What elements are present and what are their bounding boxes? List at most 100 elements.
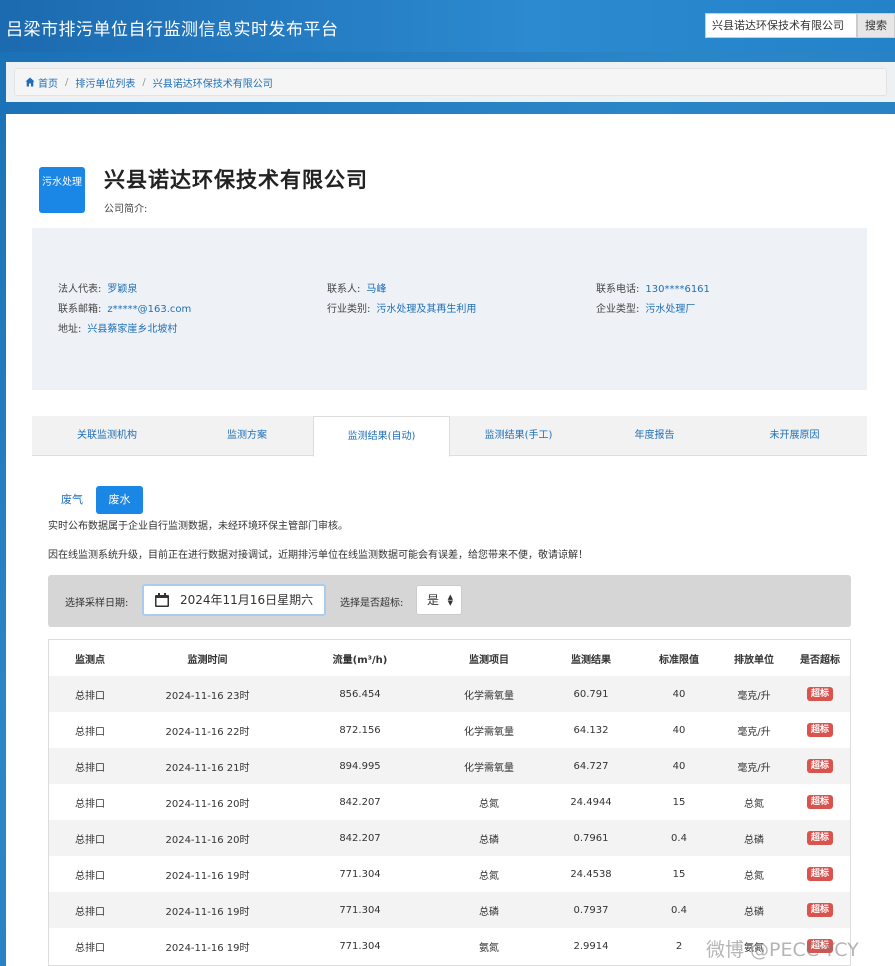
col-header-exceed: 是否超标: [790, 640, 850, 676]
tab-manual-results[interactable]: 监测结果(手工): [450, 416, 587, 456]
cell-limit: 15: [640, 784, 718, 820]
home-icon: [25, 77, 35, 87]
cell-flow: 872.156: [284, 712, 436, 748]
search-input[interactable]: 兴县诺达环保技术有限公司: [705, 13, 857, 38]
table-row: 总排口 2024-11-16 19时 771.304 总磷 0.7937 0.4…: [49, 892, 850, 928]
contact-row: 联系人: 马峰: [327, 280, 386, 295]
table-row: 总排口 2024-11-16 22时 872.156 化学需氧量 64.132 …: [49, 712, 850, 748]
category-badge: 污水处理: [39, 167, 85, 213]
cell-result: 2.9914: [542, 928, 640, 964]
cell-limit: 40: [640, 748, 718, 784]
cell-exceed: 超标: [790, 892, 850, 928]
exceed-badge: 超标: [806, 867, 833, 881]
type-label: 企业类型:: [596, 304, 640, 315]
table-row: 总排口 2024-11-16 19时 771.304 总氮 24.4538 15…: [49, 856, 850, 892]
cell-point: 总排口: [49, 712, 131, 748]
table-row: 总排口 2024-11-16 21时 894.995 化学需氧量 64.727 …: [49, 748, 850, 784]
tab-annual-report[interactable]: 年度报告: [587, 416, 722, 456]
calendar-icon: [155, 593, 169, 607]
phone-value: 130****6161: [645, 284, 710, 295]
col-header-unit: 排放单位: [718, 640, 790, 676]
sub-tab-gas[interactable]: 废气: [52, 486, 92, 514]
exceed-badge: 超标: [806, 687, 833, 701]
cell-limit: 40: [640, 712, 718, 748]
type-row: 企业类型: 污水处理厂: [596, 300, 695, 315]
exceed-badge: 超标: [806, 831, 833, 845]
tab-monitoring-plan[interactable]: 监测方案: [182, 416, 312, 456]
cell-flow: 771.304: [284, 856, 436, 892]
breadcrumb-home-link[interactable]: 首页: [38, 75, 58, 90]
address-value: 兴县蔡家崖乡北坡村: [87, 324, 178, 335]
cell-exceed: 超标: [790, 712, 850, 748]
exceed-select-value: 是: [427, 593, 440, 607]
industry-label: 行业类别:: [327, 304, 371, 315]
cell-item: 化学需氧量: [436, 748, 542, 784]
address-label: 地址:: [58, 324, 82, 335]
notice-data-source: 实时公布数据属于企业自行监测数据，未经环境环保主管部门审核。: [48, 521, 348, 532]
breadcrumb: 首页 / 排污单位列表 / 兴县诺达环保技术有限公司: [14, 68, 887, 96]
cell-exceed: 超标: [790, 676, 850, 712]
results-table-container: 监测点 监测时间 流量(m³/h) 监测项目 监测结果 标准限值 排放单位 是否…: [48, 639, 851, 966]
breadcrumb-separator: /: [65, 76, 69, 88]
cell-time: 2024-11-16 22时: [131, 712, 284, 748]
cell-point: 总排口: [49, 748, 131, 784]
company-name: 兴县诺达环保技术有限公司: [104, 167, 368, 192]
cell-result: 64.132: [542, 712, 640, 748]
legal-rep-label: 法人代表:: [58, 284, 102, 295]
cell-item: 总磷: [436, 820, 542, 856]
cell-flow: 842.207: [284, 784, 436, 820]
filter-bar: 选择采样日期: 2024年11月16日星期六 选择是否超标: 是 ▲ ▼: [48, 575, 851, 627]
breadcrumb-list-link[interactable]: 排污单位列表: [75, 75, 135, 90]
cell-point: 总排口: [49, 784, 131, 820]
cell-limit: 0.4: [640, 892, 718, 928]
cell-item: 总氮: [436, 784, 542, 820]
breadcrumb-current[interactable]: 兴县诺达环保技术有限公司: [153, 75, 273, 90]
cell-time: 2024-11-16 21时: [131, 748, 284, 784]
cell-flow: 856.454: [284, 676, 436, 712]
cell-unit: 毫克/升: [718, 712, 790, 748]
cell-unit: 总磷: [718, 892, 790, 928]
cell-item: 化学需氧量: [436, 676, 542, 712]
tab-bar: 关联监测机构 监测方案 监测结果(自动) 监测结果(手工) 年度报告 未开展原因: [32, 416, 867, 457]
cell-point: 总排口: [49, 856, 131, 892]
site-title: 吕梁市排污单位自行监测信息实时发布平台: [6, 20, 339, 40]
email-value: z*****@163.com: [107, 304, 192, 315]
cell-item: 总磷: [436, 892, 542, 928]
tab-not-conducted-reason[interactable]: 未开展原因: [722, 416, 867, 456]
cell-unit: 总氮: [718, 856, 790, 892]
table-row: 总排口 2024-11-16 23时 856.454 化学需氧量 60.791 …: [49, 676, 850, 712]
cell-unit: 总氮: [718, 784, 790, 820]
cell-time: 2024-11-16 20时: [131, 820, 284, 856]
date-picker[interactable]: 2024年11月16日星期六: [142, 584, 326, 616]
company-info-box: 法人代表: 罗颖泉 联系人: 马峰 联系电话: 130****6161 联系邮箱: z*…: [32, 228, 867, 390]
cell-result: 60.791: [542, 676, 640, 712]
industry-value: 污水处理及其再生利用: [376, 304, 477, 315]
phone-label: 联系电话:: [596, 284, 640, 295]
col-header-item: 监测项目: [436, 640, 542, 676]
tab-auto-results[interactable]: 监测结果(自动): [313, 416, 450, 457]
cell-result: 64.727: [542, 748, 640, 784]
cell-point: 总排口: [49, 928, 131, 964]
table-row: 总排口 2024-11-16 20时 842.207 总磷 0.7961 0.4…: [49, 820, 850, 856]
contact-value: 马峰: [366, 284, 387, 295]
exceed-badge: 超标: [806, 903, 833, 917]
exceed-select[interactable]: 是 ▲ ▼: [416, 585, 462, 615]
breadcrumb-separator: /: [142, 76, 146, 88]
col-header-limit: 标准限值: [640, 640, 718, 676]
search-button[interactable]: 搜索: [857, 13, 895, 38]
table-header-row: 监测点 监测时间 流量(m³/h) 监测项目 监测结果 标准限值 排放单位 是否…: [49, 640, 850, 676]
cell-unit: 总磷: [718, 820, 790, 856]
address-row: 地址: 兴县蔡家崖乡北坡村: [58, 320, 177, 335]
cell-item: 化学需氧量: [436, 712, 542, 748]
exceed-filter-label: 选择是否超标:: [340, 598, 404, 609]
col-header-flow: 流量(m³/h): [284, 640, 436, 676]
sub-tab-water[interactable]: 废水: [96, 486, 143, 514]
legal-rep-row: 法人代表: 罗颖泉: [58, 280, 137, 295]
cell-exceed: 超标: [790, 820, 850, 856]
cell-point: 总排口: [49, 892, 131, 928]
top-bar: 吕梁市排污单位自行监测信息实时发布平台 兴县诺达环保技术有限公司 搜索: [0, 0, 895, 52]
cell-exceed: 超标: [790, 748, 850, 784]
main-panel: 污水处理 兴县诺达环保技术有限公司 公司简介: 法人代表: 罗颖泉 联系人: 马峰 …: [6, 114, 895, 966]
contact-label: 联系人:: [327, 284, 361, 295]
tab-monitoring-agency[interactable]: 关联监测机构: [32, 416, 182, 456]
